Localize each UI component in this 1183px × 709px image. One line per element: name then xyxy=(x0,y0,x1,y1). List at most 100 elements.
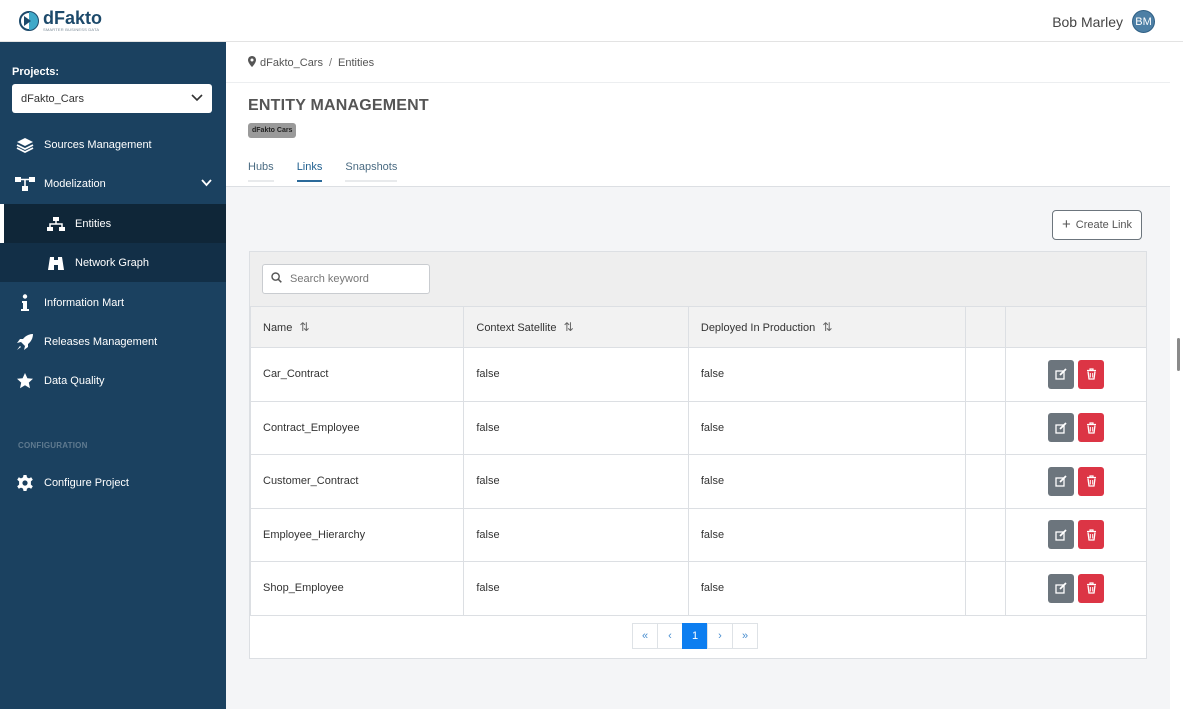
project-badge: dFakto Cars xyxy=(248,123,297,138)
rocket-icon xyxy=(14,333,36,351)
scrollbar-thumb[interactable] xyxy=(1177,338,1180,371)
page-prev-button[interactable]: ‹ xyxy=(657,623,683,649)
project-select-value: dFakto_Cars xyxy=(21,92,84,105)
delete-button[interactable] xyxy=(1078,413,1105,443)
column-header-context-satellite[interactable]: Context Satellite ⇅ xyxy=(463,306,689,348)
layers-icon xyxy=(14,136,36,154)
links-table: Name ⇅ Context Satellite ⇅ Deployed In Pro… xyxy=(249,306,1147,616)
cell-name: Customer_Contract xyxy=(249,454,465,509)
sidebar-item-network-graph[interactable]: Network Graph xyxy=(0,243,226,282)
sidebar-item-sources-management[interactable]: Sources Management xyxy=(0,125,226,164)
delete-button[interactable] xyxy=(1078,573,1105,603)
user-name[interactable]: Bob Marley xyxy=(1052,14,1123,30)
delete-button[interactable] xyxy=(1078,359,1105,389)
column-header-name[interactable]: Name ⇅ xyxy=(249,306,465,348)
page-next-button[interactable]: › xyxy=(707,623,733,649)
cell-context-satellite: false xyxy=(463,507,689,562)
binoculars-icon xyxy=(45,254,67,272)
cell-actions xyxy=(1005,400,1147,455)
edit-button[interactable] xyxy=(1048,413,1075,443)
edit-button[interactable] xyxy=(1048,466,1075,496)
pagination: « ‹ 1 › » xyxy=(632,623,758,649)
sidebar-item-entities[interactable]: Entities xyxy=(0,204,226,243)
sitemap-icon xyxy=(45,215,67,233)
cell-name: Employee_Hierarchy xyxy=(249,507,465,562)
sidebar-item-label: Sources Management xyxy=(44,138,152,151)
sidebar-item-label: Modelization xyxy=(44,177,106,190)
cell-empty xyxy=(964,454,1007,509)
create-link-button[interactable]: + Create Link xyxy=(1052,210,1142,240)
page-title: ENTITY MANAGEMENT xyxy=(248,97,429,114)
projects-label: Projects: xyxy=(12,66,60,78)
page-number-button[interactable]: 1 xyxy=(682,623,708,649)
configuration-section-label: CONFIGURATION xyxy=(18,441,88,450)
scrollbar[interactable] xyxy=(1170,42,1183,709)
search-box[interactable] xyxy=(262,264,430,294)
sort-icon[interactable]: ⇅ xyxy=(563,320,573,334)
info-icon xyxy=(14,293,36,312)
trash-icon xyxy=(1086,368,1096,380)
app-logo[interactable]: dFakto SMARTER BUSINESS DATA xyxy=(18,7,102,35)
logo-name: dFakto xyxy=(43,8,103,28)
edit-button[interactable] xyxy=(1048,359,1075,389)
sidebar: Projects: dFakto_Cars Sources Management… xyxy=(0,42,226,709)
sidebar-item-label: Configure Project xyxy=(44,476,129,489)
edit-button[interactable] xyxy=(1048,520,1075,550)
cell-name: Shop_Employee xyxy=(249,561,465,616)
search-input[interactable] xyxy=(290,273,420,285)
page-first-button[interactable]: « xyxy=(632,623,658,649)
cell-name: Contract_Employee xyxy=(249,400,465,455)
edit-button[interactable] xyxy=(1048,573,1075,603)
sidebar-item-information-mart[interactable]: Information Mart xyxy=(0,283,226,322)
entity-tabs: Hubs Links Snapshots xyxy=(248,161,420,182)
project-select[interactable]: dFakto_Cars xyxy=(12,84,212,113)
sidebar-item-data-quality[interactable]: Data Quality xyxy=(0,361,226,400)
cell-deployed: false xyxy=(687,454,966,509)
delete-button[interactable] xyxy=(1078,520,1105,550)
logo-icon xyxy=(18,10,40,32)
user-menu[interactable]: Bob Marley BM xyxy=(1052,10,1155,33)
tab-links[interactable]: Links xyxy=(296,161,322,182)
cell-context-satellite: false xyxy=(463,561,689,616)
breadcrumb: dFakto_Cars / Entities xyxy=(248,56,374,70)
edit-icon xyxy=(1055,529,1067,541)
table-row: Contract_Employee false false xyxy=(249,400,1147,455)
tab-hubs[interactable]: Hubs xyxy=(248,161,274,182)
table-row: Shop_Employee false false xyxy=(249,561,1147,616)
plus-icon: + xyxy=(1061,216,1071,233)
sidebar-item-label: Information Mart xyxy=(44,296,125,309)
breadcrumb-project[interactable]: dFakto_Cars xyxy=(260,57,323,69)
table-row: Car_Contract false false xyxy=(249,347,1147,402)
avatar[interactable]: BM xyxy=(1132,10,1155,33)
cell-context-satellite: false xyxy=(463,347,689,402)
cell-deployed: false xyxy=(687,507,966,562)
page-header: dFakto_Cars / Entities ENTITY MANAGEMENT… xyxy=(226,42,1170,187)
delete-button[interactable] xyxy=(1078,466,1105,496)
sidebar-item-configure-project[interactable]: Configure Project xyxy=(0,463,226,502)
sort-icon[interactable]: ⇅ xyxy=(299,320,309,334)
cell-actions xyxy=(1005,454,1147,509)
cell-context-satellite: false xyxy=(463,400,689,455)
search-icon xyxy=(271,272,282,286)
cell-empty xyxy=(964,347,1007,402)
cell-actions xyxy=(1005,507,1147,562)
tab-snapshots[interactable]: Snapshots xyxy=(345,161,397,182)
chevron-down-icon[interactable] xyxy=(201,178,212,190)
header-divider xyxy=(226,82,1170,83)
column-header-deployed[interactable]: Deployed In Production ⇅ xyxy=(687,306,966,348)
sort-icon[interactable]: ⇅ xyxy=(822,320,832,334)
star-icon xyxy=(14,372,36,390)
hierarchy-icon xyxy=(14,175,36,193)
cell-empty xyxy=(964,507,1007,562)
breadcrumb-current: Entities xyxy=(338,57,375,69)
edit-icon xyxy=(1055,368,1067,380)
sidebar-item-releases-management[interactable]: Releases Management xyxy=(0,322,226,361)
sidebar-item-label: Releases Management xyxy=(44,335,158,348)
cell-deployed: false xyxy=(687,561,966,616)
cell-actions xyxy=(1005,347,1147,402)
sidebar-item-modelization[interactable]: Modelization xyxy=(0,164,226,203)
breadcrumb-separator: / xyxy=(328,57,333,69)
page-last-button[interactable]: » xyxy=(732,623,758,649)
cell-actions xyxy=(1005,561,1147,616)
cell-context-satellite: false xyxy=(463,454,689,509)
